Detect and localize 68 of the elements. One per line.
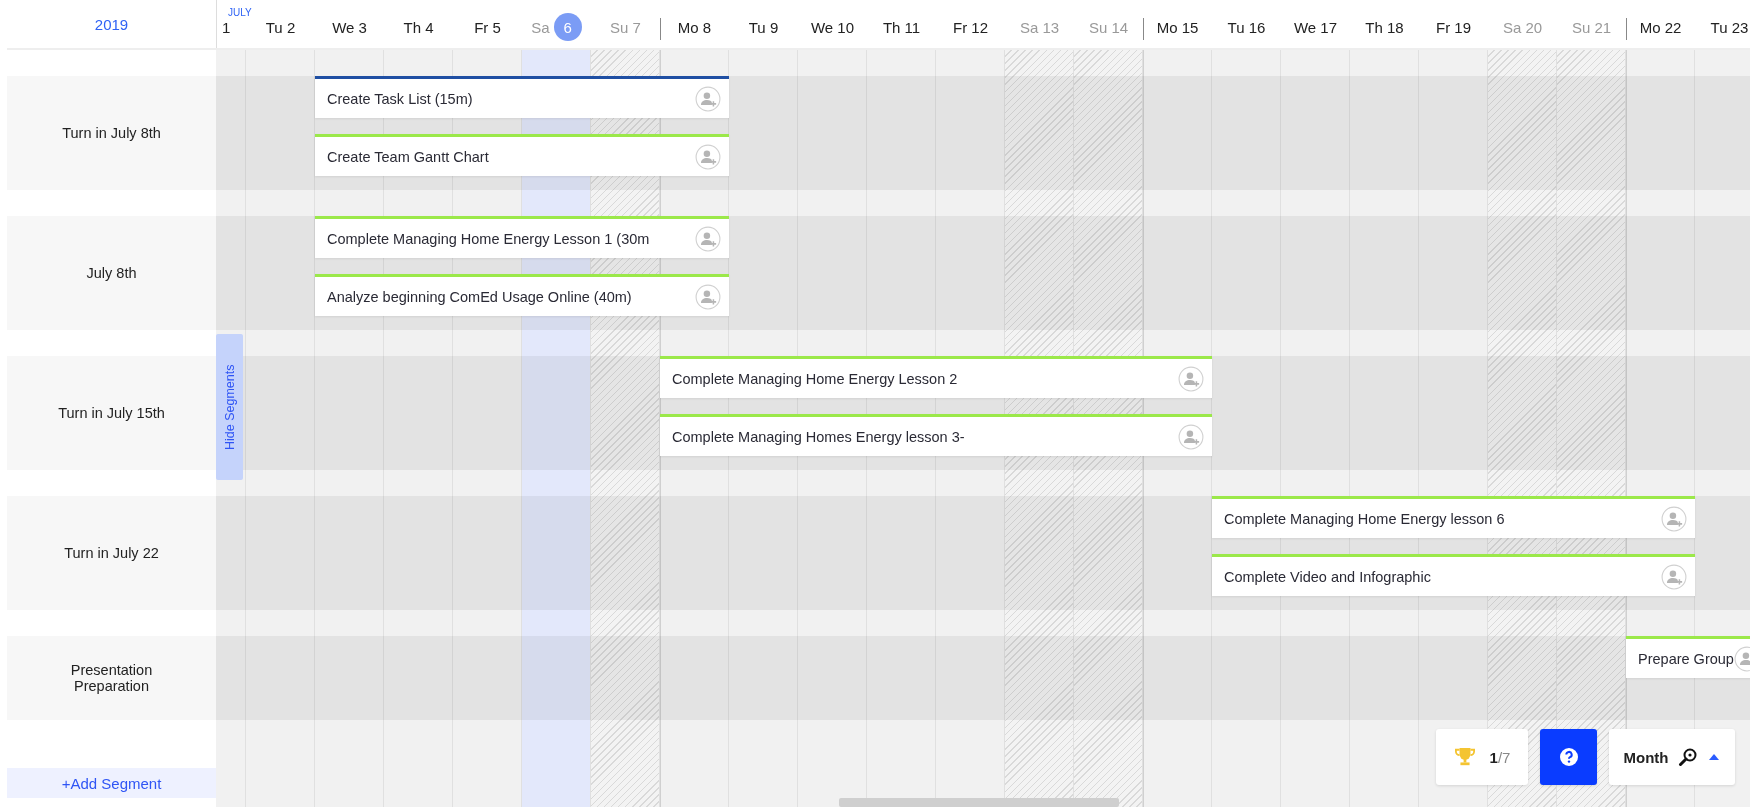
day-label: Mo 8 — [677, 18, 712, 36]
month-label: JULY — [228, 7, 252, 18]
task-title: Complete Video and Infographic — [1224, 568, 1431, 585]
day-label: Sa — [531, 18, 550, 36]
task-bar[interactable]: Complete Managing Home Energy Lesson 2 — [660, 356, 1212, 398]
zoom-icon — [1678, 747, 1699, 767]
day-label: Tu 23 — [1710, 18, 1749, 36]
task-bar[interactable]: Analyze beginning ComEd Usage Online (40m) — [315, 274, 729, 316]
segment-label: Turn in July 8th — [7, 76, 216, 190]
day-label: 1 — [222, 18, 231, 36]
task-title: Prepare Group — [1638, 650, 1734, 667]
day-label: Sa 13 — [1019, 18, 1060, 36]
task-title: Complete Managing Home Energy Lesson 2 — [672, 370, 958, 387]
day-label: Tu 9 — [748, 18, 779, 36]
day-label: Th 4 — [403, 18, 434, 36]
task-bar[interactable]: Complete Managing Home Energy Lesson 1 (30m — [315, 216, 729, 258]
caret-icon — [1708, 753, 1721, 761]
add-segment-button[interactable]: +Add Segment — [7, 768, 216, 798]
segment-label: Presentation Preparation — [7, 636, 216, 720]
progress-badge[interactable]: 1/7 — [1436, 729, 1528, 785]
day-label: Th 11 — [882, 18, 921, 36]
day-label: Fr 19 — [1436, 18, 1471, 36]
scrollbar-thumb[interactable] — [839, 798, 1119, 807]
progress-count: 1/7 — [1489, 748, 1511, 766]
day-label: Fr 5 — [474, 18, 501, 36]
add-person-icon[interactable] — [1178, 423, 1204, 450]
add-person-icon[interactable] — [695, 143, 721, 170]
day-label: Mo 15 — [1156, 18, 1199, 36]
year-label: 2019 — [94, 15, 129, 33]
help-icon — [1558, 747, 1579, 767]
task-bar[interactable]: Prepare Group — [1626, 636, 1750, 678]
task-bar[interactable]: Complete Managing Home Energy lesson 6 — [1212, 496, 1695, 538]
add-person-icon[interactable] — [1661, 505, 1687, 532]
add-person-icon[interactable] — [1178, 365, 1204, 392]
add-person-icon[interactable] — [695, 283, 721, 310]
task-title: Create Team Gantt Chart — [327, 148, 489, 165]
task-bar[interactable]: Complete Managing Homes Energy lesson 3- — [660, 414, 1212, 456]
day-label: Su 21 — [1571, 18, 1612, 36]
day-label: Su 7 — [610, 18, 641, 36]
day-label: Tu 16 — [1227, 18, 1266, 36]
segment-label: Turn in July 15th — [7, 356, 216, 470]
day-label: We 3 — [332, 18, 367, 36]
day-label: Tu 2 — [265, 18, 296, 36]
task-title: Create Task List (15m) — [327, 90, 473, 107]
hide-segments-tab[interactable]: Hide Segments — [216, 334, 243, 480]
task-bar[interactable]: Create Team Gantt Chart — [315, 134, 729, 176]
help-button[interactable] — [1540, 729, 1597, 785]
task-title: Complete Managing Home Energy Lesson 1 (30m — [327, 230, 650, 247]
segment-label: Turn in July 22 — [7, 496, 216, 610]
task-title: Complete Managing Homes Energy lesson 3- — [672, 428, 965, 445]
segment-label: July 8th — [7, 216, 216, 330]
task-bar[interactable]: Complete Video and Infographic — [1212, 554, 1695, 596]
task-bar[interactable]: Create Task List (15m) — [315, 76, 729, 118]
add-person-icon[interactable] — [695, 225, 721, 252]
add-person-icon[interactable] — [1661, 563, 1687, 590]
task-title: Complete Managing Home Energy lesson 6 — [1224, 510, 1505, 527]
zoom-level-dropdown[interactable]: Month — [1609, 729, 1735, 785]
day-label: We 10 — [810, 18, 855, 36]
today-marker: 6 — [553, 13, 582, 41]
day-label: Fr 12 — [953, 18, 988, 36]
day-label: Su 14 — [1088, 18, 1129, 36]
trophy-icon — [1453, 747, 1476, 767]
day-label: Mo 22 — [1639, 18, 1682, 36]
day-label: Th 18 — [1365, 18, 1404, 36]
day-label: Sa 20 — [1502, 18, 1543, 36]
add-person-icon[interactable] — [695, 85, 721, 112]
day-label: We 17 — [1293, 18, 1338, 36]
task-title: Analyze beginning ComEd Usage Online (40m) — [327, 288, 632, 305]
